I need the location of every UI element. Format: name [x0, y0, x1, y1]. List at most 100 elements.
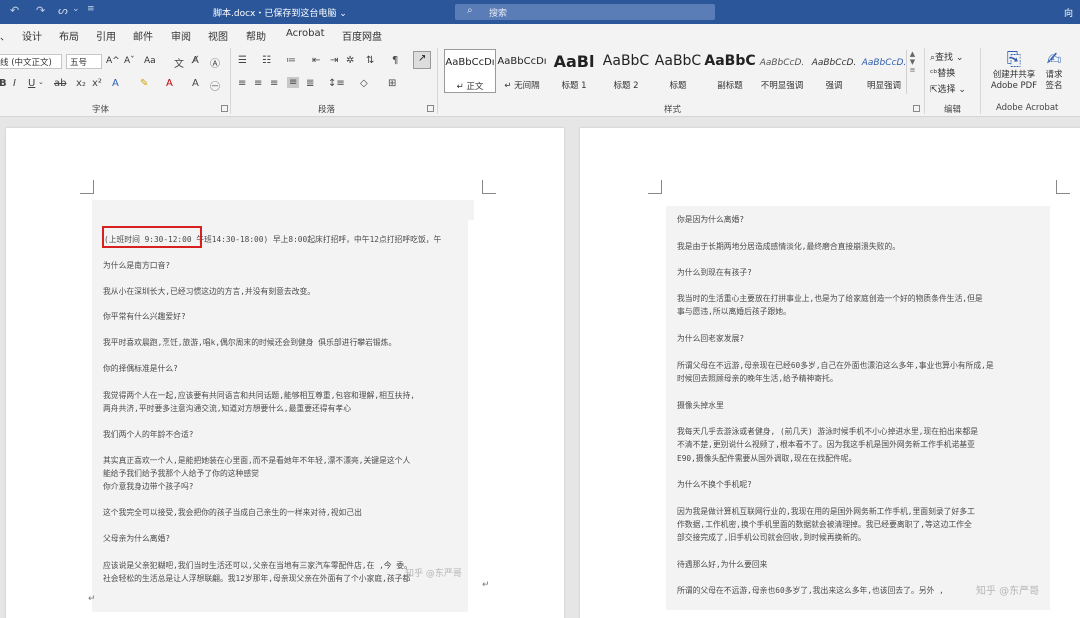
clear-format-icon[interactable]: A̸: [192, 55, 199, 66]
tab-layout[interactable]: 布局: [59, 28, 79, 43]
right-line[interactable]: E90,摄像头配件需要从国外调取,现在在找配件呢。: [677, 452, 1049, 465]
tab-review[interactable]: 审阅: [171, 28, 191, 43]
change-case-button[interactable]: Aa: [144, 56, 156, 66]
tab-mailings[interactable]: 邮件: [133, 28, 153, 43]
font-name-select[interactable]: 线 (中文正文): [0, 54, 62, 69]
underline-icon[interactable]: U: [28, 78, 35, 89]
increase-indent-icon[interactable]: ⇥: [330, 55, 338, 66]
left-line[interactable]: 两舟共济,平时要多注意沟通交流,知道对方想要什么,最重要还得有孝心: [103, 402, 465, 415]
strikethrough-icon[interactable]: ab: [54, 78, 66, 89]
tab-acrobat[interactable]: Acrobat: [286, 28, 325, 39]
right-line[interactable]: 作数据,工作机密,换个手机里面的数据就会被清理掉。我已经要离职了,等这边工作全: [677, 518, 1049, 531]
right-line[interactable]: 我当时的生活重心主要放在打拼事业上,也是为了给家庭创造一个好的物质条件生活,但是: [677, 292, 1049, 305]
select-button[interactable]: ⇱选择 ⌄: [930, 82, 966, 95]
chevron-down-icon[interactable]: ⌄: [72, 4, 80, 14]
font-color-icon[interactable]: A: [166, 78, 173, 89]
right-line[interactable]: 摄像头掉水里: [677, 399, 1049, 412]
left-line[interactable]: 这个我完全可以接受,我会把你的孩子当成自己亲生的一样来对待,视如己出: [103, 506, 463, 519]
right-line[interactable]: 不清不楚,更别说什么视频了,根本看不了。因为我这手机是国外网务新工作手机诺基亚: [677, 438, 1049, 451]
right-line[interactable]: 因为我是做计算机互联网行业的,我现在用的是国外网务新工作手机,里面刻录了好多工: [677, 505, 1049, 518]
numbering-icon[interactable]: ☷: [262, 55, 271, 66]
align-right-icon[interactable]: ≡: [270, 78, 278, 89]
align-left-icon[interactable]: ≡: [238, 78, 246, 89]
distributed-icon[interactable]: ≣: [306, 78, 314, 89]
right-line[interactable]: 所谓的父母在不远游,母亲也60多岁了,我出来这么多年,也该回去了。另外 ,: [677, 584, 1007, 597]
account-button[interactable]: 向: [1064, 6, 1073, 19]
bold-icon[interactable]: B: [0, 78, 7, 89]
tab-help[interactable]: 帮助: [246, 28, 266, 43]
decrease-indent-icon[interactable]: ⇤: [312, 55, 320, 66]
chevron-down-icon[interactable]: ⌄: [38, 78, 44, 86]
right-line[interactable]: 所谓父母在不远游,母亲现在已经60多岁,自己在外面也漂泊这么多年,事业也算小有所…: [677, 359, 1049, 372]
phonetic-guide-icon[interactable]: 文: [174, 55, 184, 70]
left-line[interactable]: 为什么是南方口音?: [103, 259, 463, 272]
style-no-spacing[interactable]: AaBbCcDı ↵ 无间隔: [496, 49, 548, 93]
document-title[interactable]: 脚本.docx・已保存到这台电脑 ⌄: [213, 6, 347, 19]
style-heading-1[interactable]: AaBl 标题 1: [548, 49, 600, 93]
right-line[interactable]: 为什么到现在有孩子?: [677, 266, 1049, 279]
right-line[interactable]: 时候回去照顾母亲的晚年生活,给予精神寄托。: [677, 372, 1049, 385]
right-line[interactable]: 为什么不换个手机呢?: [677, 478, 1049, 491]
char-shading-icon[interactable]: A: [192, 78, 199, 89]
line-spacing-icon[interactable]: ↕≡: [328, 78, 345, 89]
right-line[interactable]: 部交接完成了,旧手机公司就会回收,到时候再换新的。: [677, 531, 1049, 544]
left-line[interactable]: 我从小在深圳长大,已经习惯这边的方言,并没有刻意去改变。: [103, 285, 463, 298]
grow-font-button[interactable]: A^: [106, 56, 120, 66]
right-line[interactable]: 你是因为什么离婚?: [677, 213, 1049, 226]
gallery-scroll[interactable]: ▲ ▼ ≡: [906, 50, 918, 94]
style-title[interactable]: AaBbC 标题: [652, 49, 704, 93]
char-border-icon[interactable]: Ⓐ: [210, 55, 220, 70]
toggle-button[interactable]: ↗: [413, 51, 431, 69]
search-box[interactable]: ⌕ 搜索: [455, 4, 715, 20]
subscript-icon[interactable]: x₂: [76, 78, 86, 89]
right-line[interactable]: 事与愿违,所以离婚后孩子跟她。: [677, 305, 1049, 318]
left-line[interactable]: 我觉得两个人在一起,应该要有共同语言和共同话题,能够相互尊重,包容和理解,相互扶…: [103, 389, 465, 402]
borders-icon[interactable]: ⊞: [388, 78, 396, 89]
left-line[interactable]: 其实真正喜欢一个人,是能把她装在心里面,而不是看她年不年轻,漂不漂亮,关键是这个…: [103, 454, 465, 467]
shading-icon[interactable]: ◇: [360, 78, 368, 89]
italic-icon[interactable]: I: [13, 78, 16, 89]
superscript-icon[interactable]: x²: [92, 78, 102, 89]
style-subtitle[interactable]: AaBbC 副标题: [704, 49, 756, 93]
align-center-icon[interactable]: ≡: [254, 78, 262, 89]
request-signature-button[interactable]: ✍ 请求 签名: [1040, 50, 1068, 92]
find-button[interactable]: ⌕查找 ⌄: [930, 50, 963, 63]
replace-button[interactable]: ᶜᵇ替换: [930, 66, 955, 79]
left-line[interactable]: 你介意我身边带个孩子吗?: [103, 480, 463, 493]
text-effects-icon[interactable]: A: [112, 78, 119, 89]
highlight-color-icon[interactable]: ✎: [140, 78, 148, 89]
justify-icon[interactable]: ≡: [287, 77, 300, 88]
customize-toolbar-icon[interactable]: ≡: [87, 4, 95, 14]
left-line[interactable]: 你平常有什么兴趣爱好?: [103, 310, 463, 323]
font-dialog-launcher[interactable]: [221, 105, 228, 112]
tab-references[interactable]: 引用: [96, 28, 116, 43]
bullets-icon[interactable]: ☰: [238, 55, 247, 66]
styles-dialog-launcher[interactable]: [913, 105, 920, 112]
show-marks-icon[interactable]: ¶: [392, 55, 398, 66]
tab-baidu-netdisk[interactable]: 百度网盘: [342, 28, 382, 43]
tab-insert-partial[interactable]: 、: [0, 28, 10, 43]
style-emphasis[interactable]: AaBbCcD. 强调: [808, 49, 860, 93]
left-line[interactable]: 我们两个人的年龄不合适?: [103, 428, 463, 441]
left-line[interactable]: 你的择偶标准是什么?: [103, 362, 463, 375]
right-line[interactable]: 我是由于长期两地分居造成感情淡化,最终磨合直接崩溃失败的。: [677, 240, 1049, 253]
redo-icon[interactable]: ↷: [36, 4, 45, 17]
touch-mode-icon[interactable]: ᔕ: [58, 4, 68, 17]
font-size-select[interactable]: 五号: [66, 54, 102, 69]
style-normal[interactable]: AaBbCcDı ↵ 正文: [444, 49, 496, 93]
right-line[interactable]: 我每天几乎去游泳或者健身, (前几天) 游泳时候手机不小心掉进水里,现在拍出来都…: [677, 425, 1049, 438]
multilevel-list-icon[interactable]: ≔: [286, 55, 296, 66]
style-intense-emphasis[interactable]: AaBbCcD. 明显强调: [858, 49, 910, 93]
chinese-layout-icon[interactable]: ✲: [346, 55, 354, 66]
tab-design[interactable]: 设计: [22, 28, 42, 43]
undo-icon[interactable]: ↶: [10, 4, 19, 17]
create-share-pdf-button[interactable]: ⎘ 创建并共享 Adobe PDF: [990, 50, 1038, 92]
right-line[interactable]: 待遇那么好,为什么要回来: [677, 558, 1049, 571]
left-line[interactable]: 父母亲为什么离婚?: [103, 532, 463, 545]
style-subtle-emphasis[interactable]: AaBbCcD. 不明显强调: [756, 49, 808, 93]
style-heading-2[interactable]: AaBbC 标题 2: [600, 49, 652, 93]
left-line[interactable]: 我平时喜欢晨跑,烹饪,旅游,唱k,偶尔周末的时候还会到健身 俱乐部进行攀岩锻炼。: [103, 336, 463, 349]
sort-icon[interactable]: ⇅: [366, 55, 374, 66]
enclose-char-icon[interactable]: ㊀: [210, 78, 220, 93]
tab-view[interactable]: 视图: [208, 28, 228, 43]
